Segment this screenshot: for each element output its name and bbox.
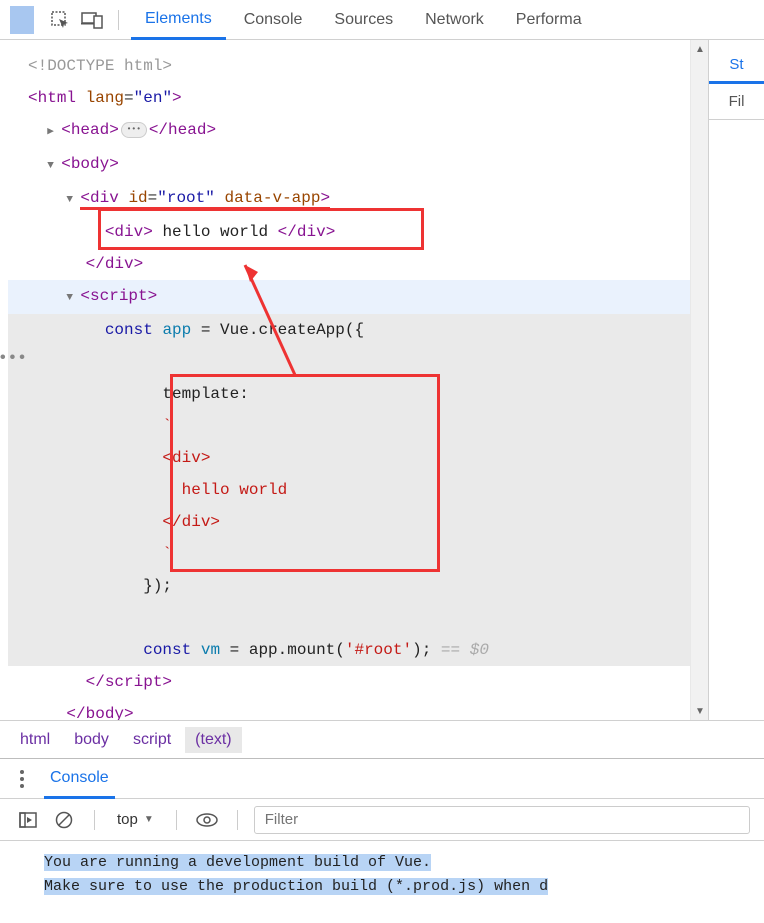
tab-elements[interactable]: Elements: [131, 0, 226, 40]
console-toolbar-divider: [237, 810, 238, 830]
main-content: <!DOCTYPE html> <html lang="en"> ▶<head>…: [0, 40, 764, 720]
tab-console[interactable]: Console: [230, 0, 317, 40]
dom-html-open[interactable]: <html lang="en">: [8, 82, 690, 114]
inspect-element-icon[interactable]: [46, 6, 74, 34]
dom-script-close[interactable]: </script>: [8, 666, 690, 698]
console-toolbar-divider: [176, 810, 177, 830]
console-context-select[interactable]: top ▼: [111, 811, 160, 828]
breadcrumb-html[interactable]: html: [10, 727, 60, 753]
breadcrumb-body[interactable]: body: [64, 727, 119, 753]
console-message-row[interactable]: Make sure to use the production build (*…: [44, 875, 744, 899]
dom-body-close[interactable]: </body>: [8, 698, 690, 720]
console-toolbar-divider: [94, 810, 95, 830]
dom-doctype[interactable]: <!DOCTYPE html>: [8, 50, 690, 82]
dropdown-arrow-icon: ▼: [144, 814, 154, 825]
scroll-up-arrow-icon[interactable]: ▲: [691, 40, 709, 58]
toolbar-divider: [118, 10, 119, 30]
breadcrumb-text[interactable]: (text): [185, 727, 241, 753]
device-toggle-icon[interactable]: [78, 6, 106, 34]
console-message-row[interactable]: You are running a development build of V…: [44, 851, 744, 875]
scroll-down-arrow-icon[interactable]: ▼: [691, 702, 709, 720]
console-filter-input[interactable]: [254, 806, 750, 834]
console-toolbar: top ▼: [0, 799, 764, 841]
console-sidebar-toggle-icon[interactable]: [14, 806, 42, 834]
sidebar-tab-filter[interactable]: Fil: [709, 84, 764, 120]
dom-script-content[interactable]: const app = Vue.createApp({ template: ` …: [8, 314, 690, 666]
console-context-label: top: [117, 811, 138, 828]
dom-inner-div[interactable]: <div> hello world </div>: [8, 216, 690, 248]
styles-sidebar: St Fil: [708, 40, 764, 720]
dom-tree-panel[interactable]: <!DOCTYPE html> <html lang="en"> ▶<head>…: [0, 40, 690, 720]
live-expression-icon[interactable]: [193, 806, 221, 834]
inspect-highlight-bar: [10, 6, 34, 34]
tab-network[interactable]: Network: [411, 0, 498, 40]
dom-breadcrumb: html body script (text): [0, 720, 764, 758]
clear-console-icon[interactable]: [50, 806, 78, 834]
console-header: Console: [0, 759, 764, 799]
expand-arrow-icon[interactable]: ▼: [66, 282, 80, 314]
dom-root-close[interactable]: </div>: [8, 248, 690, 280]
console-messages[interactable]: You are running a development build of V…: [0, 841, 764, 905]
truncation-ellipsis-icon: •••: [0, 342, 22, 374]
tab-performance[interactable]: Performa: [502, 0, 596, 40]
vertical-scrollbar[interactable]: ▲ ▼: [690, 40, 708, 720]
dom-root-open[interactable]: ▼<div id="root" data-v-app>: [8, 182, 690, 216]
expand-arrow-icon[interactable]: ▼: [47, 150, 61, 182]
tab-sources[interactable]: Sources: [320, 0, 407, 40]
console-drawer: Console top ▼ You are running a developm…: [0, 758, 764, 905]
expand-arrow-icon[interactable]: ▼: [66, 184, 80, 216]
console-drawer-tab[interactable]: Console: [44, 759, 115, 799]
dom-body-open[interactable]: ▼<body>: [8, 148, 690, 182]
sidebar-tab-styles[interactable]: St: [709, 48, 764, 84]
dom-script-open[interactable]: ▼<script>: [8, 280, 690, 314]
console-menu-icon[interactable]: [14, 770, 30, 788]
devtools-toolbar: Elements Console Sources Network Perform…: [0, 0, 764, 40]
breadcrumb-script[interactable]: script: [123, 727, 181, 753]
expand-arrow-icon[interactable]: ▶: [47, 116, 61, 148]
dom-head[interactable]: ▶<head>•••</head>: [8, 114, 690, 148]
collapsed-badge-icon[interactable]: •••: [121, 122, 147, 138]
